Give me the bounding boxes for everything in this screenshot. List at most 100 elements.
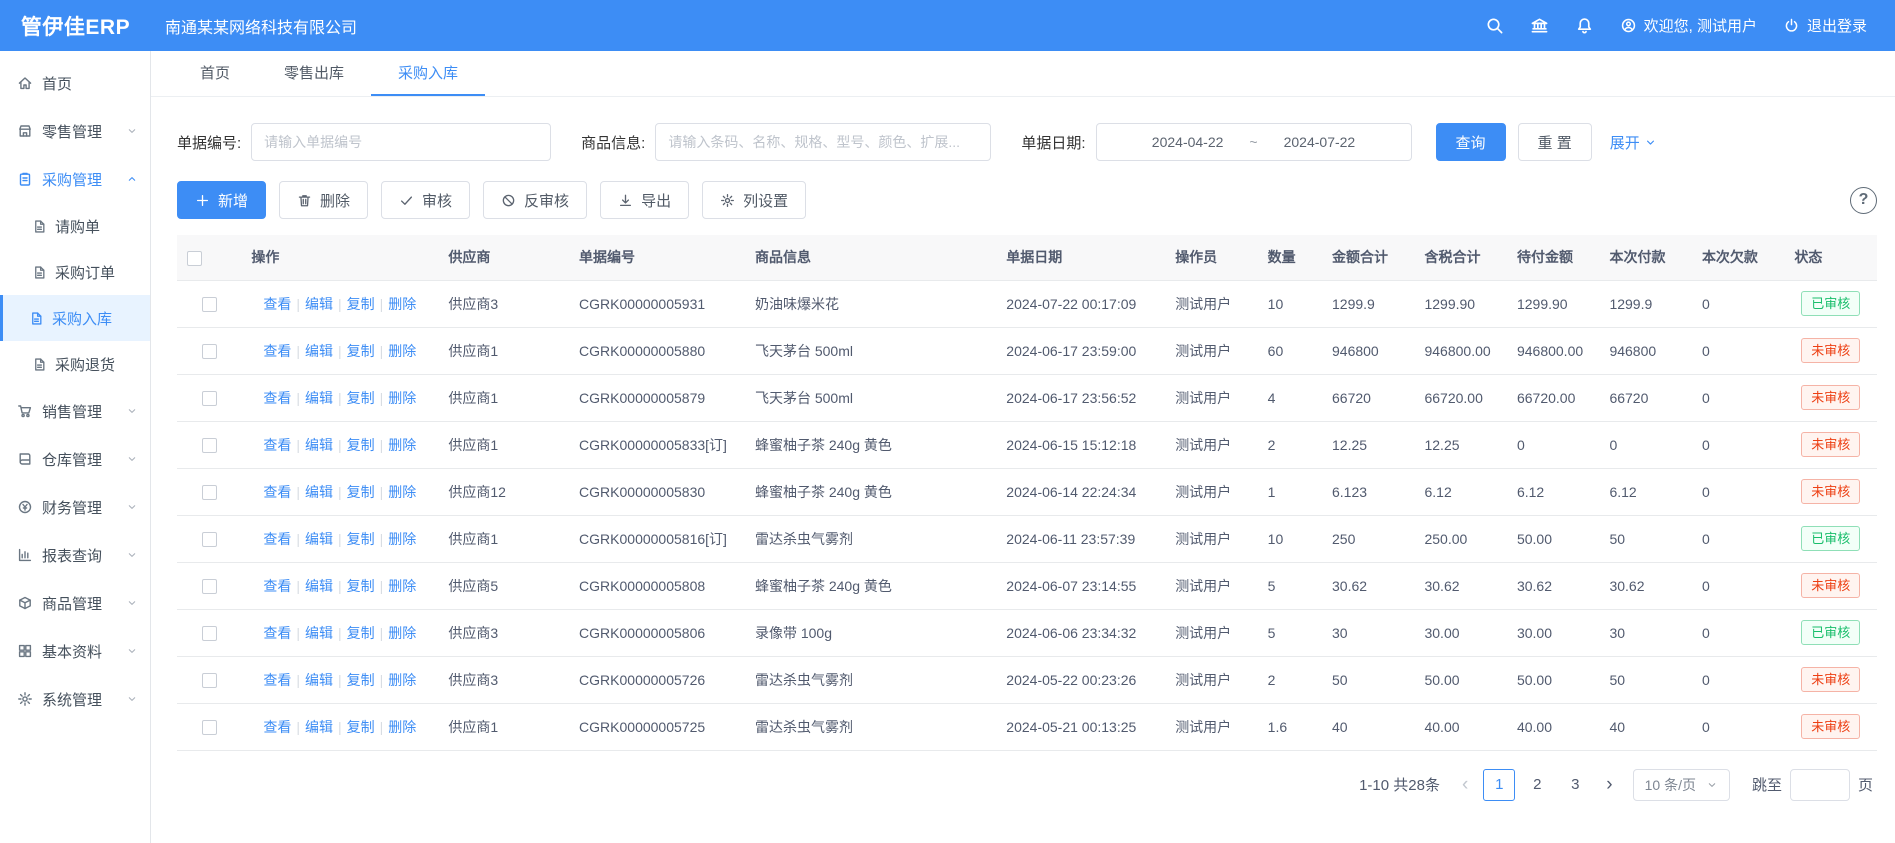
jump-page-input[interactable] [1790,769,1850,801]
pagination: 1-10 共28条 ‹ 123 › 10 条/页 跳至 页 [177,769,1877,801]
expand-link[interactable]: 展开 [1610,132,1657,153]
approve-button[interactable]: 审核 [381,181,470,219]
row-action-edit[interactable]: 编辑 [305,390,333,406]
row-checkbox[interactable] [202,297,217,312]
next-page-button[interactable]: › [1600,775,1618,794]
row-action-view[interactable]: 查看 [263,343,291,359]
sidebar-item-retail[interactable]: 零售管理 [0,107,150,155]
row-action-edit[interactable]: 编辑 [305,437,333,453]
row-action-edit[interactable]: 编辑 [305,531,333,547]
page-size-value: 10 条/页 [1645,775,1696,795]
export-button[interactable]: 导出 [600,181,689,219]
row-action-copy[interactable]: 复制 [347,625,375,641]
row-action-edit[interactable]: 编辑 [305,484,333,500]
row-action-view[interactable]: 查看 [263,672,291,688]
page-number-1[interactable]: 1 [1483,769,1515,801]
row-action-copy[interactable]: 复制 [347,578,375,594]
page-number-3[interactable]: 3 [1559,769,1591,801]
unapprove-button[interactable]: 反审核 [483,181,587,219]
page-number-2[interactable]: 2 [1521,769,1553,801]
logout-button[interactable]: 退出登录 [1783,15,1867,36]
sidebar-item-goods[interactable]: 商品管理 [0,579,150,627]
row-action-view[interactable]: 查看 [263,719,291,735]
row-action-delete[interactable]: 删除 [388,484,416,500]
row-action-delete[interactable]: 删除 [388,296,416,312]
search-icon[interactable] [1485,16,1504,35]
row-action-copy[interactable]: 复制 [347,672,375,688]
doc-no-input[interactable] [251,123,551,161]
sidebar-item-system[interactable]: 系统管理 [0,675,150,723]
row-action-edit[interactable]: 编辑 [305,719,333,735]
row-checkbox[interactable] [202,344,217,359]
row-action-copy[interactable]: 复制 [347,437,375,453]
date-range-picker[interactable]: 2024-04-22 ~ 2024-07-22 [1096,123,1412,161]
product-info-input[interactable] [655,123,991,161]
row-action-view[interactable]: 查看 [263,484,291,500]
date-end-value[interactable]: 2024-07-22 [1284,134,1356,150]
row-action-view[interactable]: 查看 [263,437,291,453]
row-action-delete[interactable]: 删除 [388,343,416,359]
tab-home[interactable]: 首页 [173,51,257,96]
tab-purchase-inbound[interactable]: 采购入库 [371,51,485,96]
row-checkbox[interactable] [202,391,217,406]
row-checkbox[interactable] [202,626,217,641]
sidebar-item-purchase-return[interactable]: 采购退货 [0,341,150,387]
row-checkbox[interactable] [202,485,217,500]
sidebar-item-reports[interactable]: 报表查询 [0,531,150,579]
row-action-copy[interactable]: 复制 [347,390,375,406]
tab-retail-outbound[interactable]: 零售出库 [257,51,371,96]
row-action-delete[interactable]: 删除 [388,672,416,688]
row-action-edit[interactable]: 编辑 [305,296,333,312]
prev-page-button[interactable]: ‹ [1456,775,1474,794]
sidebar-item-purchase-order[interactable]: 采购订单 [0,249,150,295]
row-action-edit[interactable]: 编辑 [305,625,333,641]
row-action-copy[interactable]: 复制 [347,296,375,312]
page-size-select[interactable]: 10 条/页 [1633,769,1730,801]
row-action-view[interactable]: 查看 [263,296,291,312]
row-action-edit[interactable]: 编辑 [305,343,333,359]
op-separator: | [380,625,384,641]
row-action-view[interactable]: 查看 [263,625,291,641]
sidebar-item-home[interactable]: 首页 [0,59,150,107]
search-button[interactable]: 查询 [1436,123,1506,161]
bell-icon[interactable] [1575,16,1594,35]
row-checkbox[interactable] [202,579,217,594]
date-start-value[interactable]: 2024-04-22 [1152,134,1224,150]
select-all-checkbox[interactable] [187,251,202,266]
sidebar-item-sales[interactable]: 销售管理 [0,387,150,435]
bank-icon[interactable] [1530,16,1549,35]
row-checkbox[interactable] [202,673,217,688]
row-action-delete[interactable]: 删除 [388,390,416,406]
row-action-edit[interactable]: 编辑 [305,578,333,594]
column-settings-button[interactable]: 列设置 [702,181,806,219]
sidebar-item-finance[interactable]: 财务管理 [0,483,150,531]
download-icon [618,193,633,208]
row-action-copy[interactable]: 复制 [347,343,375,359]
sidebar-item-warehouse[interactable]: 仓库管理 [0,435,150,483]
row-action-copy[interactable]: 复制 [347,719,375,735]
sidebar-item-purchase-request[interactable]: 请购单 [0,203,150,249]
row-action-view[interactable]: 查看 [263,578,291,594]
row-action-view[interactable]: 查看 [263,531,291,547]
help-icon[interactable]: ? [1850,187,1877,214]
sidebar-item-purchase[interactable]: 采购管理 [0,155,150,203]
delete-button[interactable]: 删除 [279,181,368,219]
sidebar-item-basic-data[interactable]: 基本资料 [0,627,150,675]
row-checkbox[interactable] [202,720,217,735]
row-action-view[interactable]: 查看 [263,390,291,406]
row-action-copy[interactable]: 复制 [347,531,375,547]
row-action-delete[interactable]: 删除 [388,719,416,735]
row-checkbox[interactable] [202,438,217,453]
row-action-delete[interactable]: 删除 [388,625,416,641]
sidebar-item-purchase-inbound[interactable]: 采购入库 [0,295,150,341]
row-checkbox[interactable] [202,532,217,547]
row-action-delete[interactable]: 删除 [388,531,416,547]
row-action-edit[interactable]: 编辑 [305,672,333,688]
add-button[interactable]: 新增 [177,181,266,219]
row-action-delete[interactable]: 删除 [388,437,416,453]
reset-button[interactable]: 重 置 [1518,123,1592,161]
welcome-user[interactable]: 欢迎您, 测试用户 [1620,15,1757,36]
op-separator: | [296,531,300,547]
row-action-copy[interactable]: 复制 [347,484,375,500]
row-action-delete[interactable]: 删除 [388,578,416,594]
